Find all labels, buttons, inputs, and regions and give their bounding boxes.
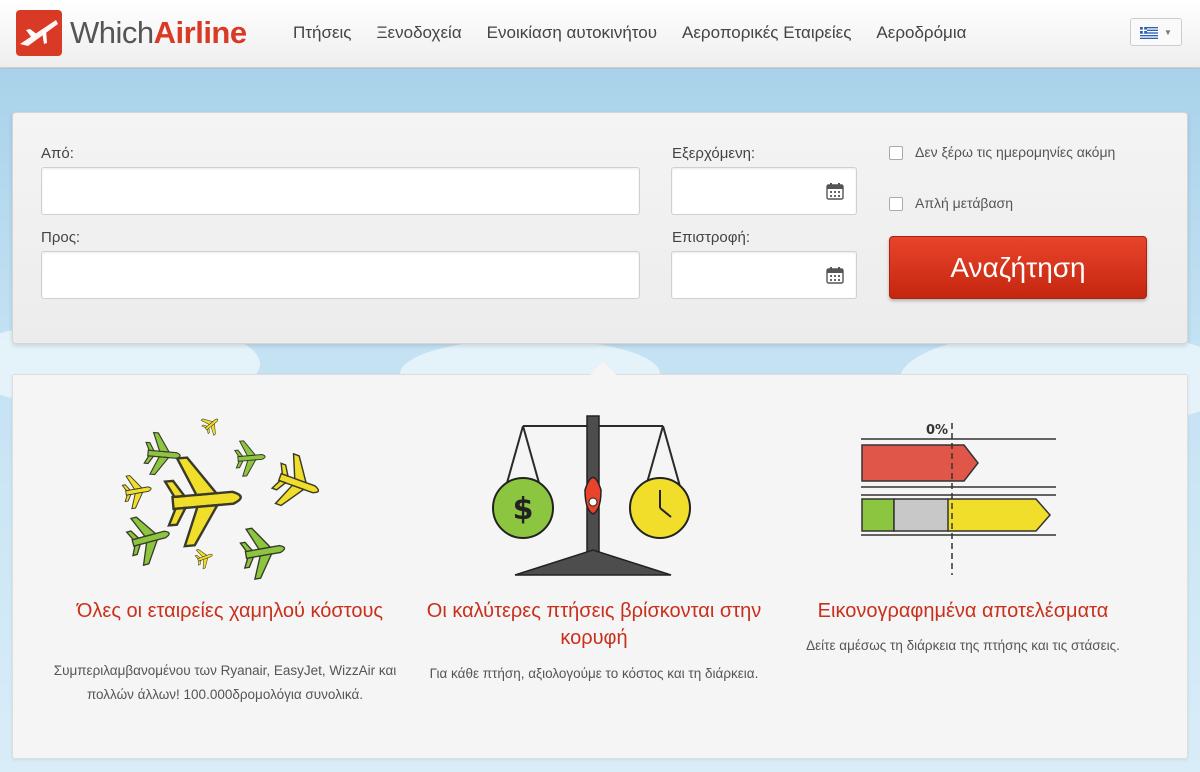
percent-label: 0% (926, 423, 948, 438)
logo-airline-text: Airline (153, 15, 247, 50)
language-selector[interactable]: ▼ (1130, 18, 1182, 46)
results-bars-illustration: 0% (861, 423, 1056, 575)
calendar-icon[interactable] (826, 266, 844, 284)
nav-hotels[interactable]: Ξενοδοχεία (377, 23, 462, 43)
no-dates-label: Δεν ξέρω τις ημερομηνίες ακόμη (915, 144, 1116, 160)
whichairline-logo[interactable]: WhichAirline (16, 10, 247, 56)
feature-desc-low-cost: Συμπεριλαμβανομένου των Ryanair, EasyJet… (53, 663, 397, 702)
one-way-checkbox[interactable] (889, 197, 903, 211)
search-button[interactable]: Αναζήτηση (889, 236, 1147, 299)
panel-pointer (590, 361, 616, 375)
nav-airlines[interactable]: Αεροπορικές Εταιρείες (682, 23, 851, 43)
chevron-down-icon: ▼ (1164, 27, 1172, 37)
nav-airports[interactable]: Αεροδρόμια (876, 23, 966, 43)
no-dates-option[interactable]: Δεν ξέρω τις ημερομηνίες ακόμη (889, 140, 1149, 165)
depart-date-label: Εξερχόμενη: (672, 145, 756, 162)
logo-wordmark: WhichAirline (70, 15, 247, 51)
feature-title-best-flights: Οι καλύτερες πτήσεις βρίσκονται στην κορ… (426, 600, 762, 649)
svg-text:$: $ (513, 492, 534, 527)
main-nav: Πτήσεις Ξενοδοχεία Ενοικίαση αυτοκινήτου… (293, 23, 991, 43)
from-input[interactable] (41, 167, 640, 215)
top-navigation-bar: WhichAirline Πτήσεις Ξενοδοχεία Ενοικίασ… (0, 0, 1200, 68)
to-label: Προς: (41, 229, 81, 246)
calendar-icon[interactable] (826, 182, 844, 200)
plane-logo-icon (16, 10, 62, 56)
feature-title-visual-results: Εικονογραφημένα αποτελέσματα (817, 600, 1109, 622)
balance-scale-illustration: $ (492, 415, 691, 576)
one-way-label: Απλή μετάβαση (915, 195, 1013, 211)
feature-desc-best-flights: Για κάθε πτήση, αξιολογούμε το κόστος κα… (429, 666, 759, 681)
return-date-label: Επιστροφή: (672, 229, 750, 246)
to-input[interactable] (41, 251, 640, 299)
from-label: Από: (41, 145, 74, 162)
one-way-option[interactable]: Απλή μετάβαση (889, 191, 1013, 216)
greek-flag-icon (1140, 26, 1159, 39)
feature-desc-visual-results: Δείτε αμέσως τη διάρκεια της πτήσης και … (806, 638, 1120, 653)
nav-car-rental[interactable]: Ενοικίαση αυτοκινήτου (487, 23, 657, 43)
planes-illustration (120, 415, 329, 582)
feature-title-low-cost: Όλες οι εταιρείες χαμηλού κόστους (76, 600, 384, 622)
nav-flights[interactable]: Πτήσεις (293, 23, 352, 43)
logo-which-text: Which (70, 15, 154, 50)
